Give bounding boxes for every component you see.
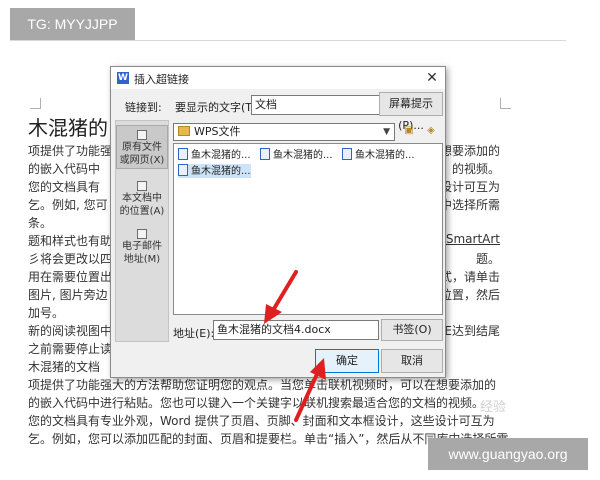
header-rule — [10, 40, 566, 41]
ok-button[interactable]: 确定 — [315, 349, 379, 373]
document-line: 的嵌入代码中进行粘贴。您也可以键入一个关键字以联机搜索最适合您的文档的视频。 — [28, 396, 485, 410]
file-list: 鱼木混猪的... 鱼木混猪的... 鱼木混猪的... 鱼木混猪的... — [173, 143, 443, 315]
address-label: 地址(E): — [173, 327, 215, 340]
look-in-value: WPS文件 — [194, 125, 241, 138]
bookmark-button[interactable]: 书签(O) — [381, 319, 443, 341]
sidebar-item-existing-file[interactable]: 原有文件 或网页(X) — [116, 125, 168, 169]
document-icon — [178, 148, 188, 160]
browse-web-icon[interactable]: ◈ — [423, 123, 439, 139]
link-type-sidebar: 原有文件 或网页(X) 本文档中 的位置(A) 电子邮件 地址(M) — [115, 120, 169, 342]
watermark-bottom: www.guangyao.org — [428, 438, 588, 470]
document-icon — [342, 148, 352, 160]
sidebar-item-email-address[interactable]: 电子邮件 地址(M) — [116, 225, 168, 273]
faded-logo-watermark: 经验 — [480, 400, 507, 415]
browse-folder-icon[interactable]: ▣ — [401, 123, 417, 139]
file-name: 鱼木混猪的... — [191, 166, 251, 177]
folder-icon — [178, 126, 190, 136]
list-item[interactable]: 鱼木混猪的... — [260, 148, 333, 162]
sidebar-item-label: 本文档中 的位置(A) — [119, 193, 165, 217]
document-place-icon — [137, 181, 147, 191]
margin-corner-mark — [30, 98, 41, 109]
document-heading: 木混猪的 — [28, 116, 108, 140]
document-icon — [260, 148, 270, 160]
chevron-down-icon: ▼ — [383, 127, 390, 137]
globe-file-icon — [137, 130, 147, 140]
watermark-top: TG: MYYJJPP — [10, 8, 135, 40]
close-icon[interactable]: ✕ — [423, 69, 441, 87]
sidebar-item-label: 电子邮件 地址(M) — [122, 241, 162, 265]
insert-hyperlink-dialog: W 插入超链接 ✕ 链接到: 要显示的文字(T): 文档 屏幕提示(P)... … — [110, 66, 446, 378]
email-icon — [137, 229, 147, 239]
file-name: 鱼木混猪的... — [273, 150, 333, 161]
document-line: 您的文档具有专业外观，Word 提供了页眉、页脚、封面和文本框设计，这些设计可互… — [28, 414, 495, 428]
look-in-dropdown[interactable]: WPS文件 ▼ — [173, 123, 395, 141]
display-text-input[interactable]: 文档 — [251, 95, 385, 115]
dialog-title: 插入超链接 — [134, 73, 189, 86]
file-name: 鱼木混猪的... — [191, 150, 251, 161]
display-text-label: 要显示的文字(T): — [175, 101, 261, 114]
link-to-label: 链接到: — [125, 101, 162, 114]
list-item[interactable]: 鱼木混猪的... — [178, 164, 251, 178]
document-icon — [178, 164, 188, 176]
sidebar-item-place-in-document[interactable]: 本文档中 的位置(A) — [116, 177, 168, 225]
file-name: 鱼木混猪的... — [355, 150, 415, 161]
document-line: 项提供了功能强大的方法帮助您证明您的观点。当您单击联机视频时，可以在想要添加的 — [28, 378, 497, 392]
dialog-titlebar: W 插入超链接 ✕ — [111, 67, 445, 89]
list-item[interactable]: 鱼木混猪的... — [178, 148, 251, 162]
margin-corner-mark — [500, 98, 511, 109]
list-item[interactable]: 鱼木混猪的... — [342, 148, 415, 162]
sidebar-item-label: 原有文件 或网页(X) — [119, 142, 165, 166]
screentip-button[interactable]: 屏幕提示(P)... — [379, 92, 443, 132]
cancel-button[interactable]: 取消 — [381, 349, 443, 373]
address-input[interactable]: 鱼木混猪的文档4.docx — [213, 320, 379, 340]
wps-app-icon: W — [117, 72, 129, 84]
